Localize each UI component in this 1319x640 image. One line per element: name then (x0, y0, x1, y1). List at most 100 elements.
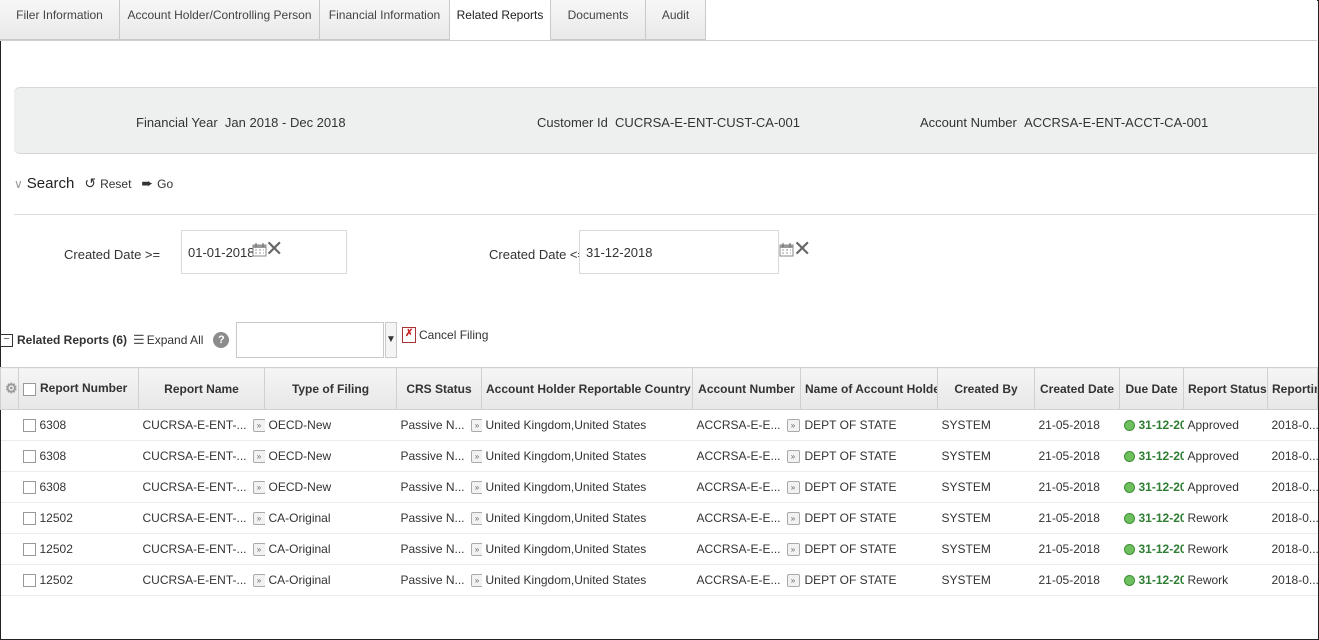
cell-account-number: ACCRSA-E-E... » (692, 471, 801, 503)
expand-more-icon[interactable]: » (786, 574, 800, 588)
expand-more-icon[interactable]: » (470, 450, 482, 464)
cell-due-date: 31-12-2018 (1119, 533, 1184, 565)
account-number: ACCRSA-E-E... (696, 479, 781, 494)
chevron-down-icon[interactable]: ▼ (385, 322, 397, 358)
expand-more-icon[interactable]: » (252, 574, 265, 588)
report-name: CUCRSA-E-ENT-... (142, 417, 247, 432)
row-checkbox[interactable] (22, 574, 36, 588)
cell-reportable-country: United Kingdom,United States (481, 564, 693, 596)
created-date-to-input[interactable] (579, 230, 779, 274)
row-checkbox[interactable] (22, 419, 36, 433)
table-row[interactable]: 6308 CUCRSA-E-ENT-...» OECD-New Passive N..… (0, 409, 1318, 441)
expand-more-icon[interactable]: » (252, 481, 265, 495)
row-checkbox[interactable] (22, 450, 36, 464)
expand-more-icon[interactable]: » (470, 512, 482, 526)
tab-audit[interactable]: Audit (646, 0, 706, 40)
expand-more-icon[interactable]: » (786, 450, 800, 464)
col-created-by[interactable]: Created By (937, 367, 1035, 410)
cell-reporting: 2018-0... (1267, 502, 1318, 534)
cell-report-name: CUCRSA-E-ENT-... » (138, 533, 265, 565)
expand-more-icon[interactable]: » (470, 543, 482, 557)
cell-created-by: SYSTEM (937, 440, 1035, 472)
cell-due-date: 31-12-2018 (1119, 502, 1184, 534)
col-report-name[interactable]: Report Name (138, 367, 265, 410)
col-report-number[interactable]: Report Number (18, 367, 139, 410)
tab-documents[interactable]: Documents (551, 0, 646, 40)
cell-type-of-filing: OECD-New (264, 471, 397, 503)
collapse-chevron-icon[interactable]: ∨ (14, 177, 23, 191)
cell-due-date: 31-12-2018 (1119, 564, 1184, 596)
go-button[interactable]: ➨ Go (141, 175, 173, 192)
table-row[interactable]: 6308 CUCRSA-E-ENT-...» OECD-New Passive N..… (0, 471, 1318, 503)
col-type-of-filing[interactable]: Type of Filing (264, 367, 397, 410)
expand-more-icon[interactable]: » (252, 450, 265, 464)
calendar-icon[interactable] (779, 242, 794, 257)
report-name: CUCRSA-E-ENT-... (142, 448, 247, 463)
expand-more-icon[interactable]: » (252, 543, 265, 557)
row-checkbox[interactable] (22, 481, 36, 495)
col-account-number[interactable]: Account Number (692, 367, 801, 410)
help-icon[interactable]: ? (213, 332, 230, 348)
expand-more-icon[interactable]: » (252, 512, 265, 526)
col-reporting[interactable]: Reporting (1267, 367, 1318, 410)
expand-more-icon[interactable]: » (470, 574, 482, 588)
tab-account-holder[interactable]: Account Holder/Controlling Person (120, 0, 320, 40)
expand-more-icon[interactable]: » (252, 419, 265, 433)
expand-more-icon[interactable]: » (470, 419, 482, 433)
action-select[interactable] (236, 322, 384, 358)
col-reportable-country[interactable]: Account Holder Reportable Country (s) (481, 367, 693, 410)
expand-more-icon[interactable]: » (470, 481, 482, 495)
due-status-dot-icon (1123, 513, 1135, 525)
report-number[interactable]: 6308 (40, 449, 67, 463)
row-checkbox[interactable] (22, 512, 36, 526)
report-number[interactable]: 6308 (40, 480, 67, 494)
report-number[interactable]: 12502 (40, 573, 73, 587)
cell-account-holder-name: DEPT OF STATE (800, 502, 938, 534)
tab-financial-information[interactable]: Financial Information (320, 0, 450, 40)
due-status-dot-icon (1123, 451, 1135, 463)
cell-created-date: 21-05-2018 (1034, 471, 1120, 503)
expand-more-icon[interactable]: » (786, 543, 800, 557)
table-row[interactable]: 6308 CUCRSA-E-ENT-...» OECD-New Passive N..… (0, 440, 1318, 472)
col-crs-status[interactable]: CRS Status (396, 367, 482, 410)
expand-all-button[interactable]: ☰ Expand All (133, 332, 203, 348)
cell-due-date: 31-12-2018 (1119, 471, 1184, 503)
expand-more-icon[interactable]: » (786, 419, 800, 433)
cell-reportable-country: United Kingdom,United States (481, 502, 693, 534)
col-account-holder-name[interactable]: Name of Account Holder (800, 367, 938, 410)
report-number[interactable]: 12502 (40, 511, 73, 525)
col-created-date[interactable]: Created Date (1034, 367, 1120, 410)
due-date: 31-12-2018 (1138, 418, 1184, 432)
due-status-dot-icon (1123, 544, 1135, 556)
clear-to-date-icon[interactable]: ✕ (793, 238, 811, 260)
select-all-checkbox[interactable] (23, 382, 36, 396)
table-row[interactable]: 12502 CUCRSA-E-ENT-...» CA-Original Passive… (0, 502, 1318, 534)
table-row[interactable]: 12502 CUCRSA-E-ENT-...» CA-Original Passive… (0, 533, 1318, 565)
clear-from-date-icon[interactable]: ✕ (265, 238, 283, 260)
expand-more-icon[interactable]: » (786, 512, 800, 526)
cell-type-of-filing: OECD-New (264, 440, 397, 472)
tab-related-reports[interactable]: Related Reports (450, 0, 551, 40)
tab-filer-information[interactable]: Filer Information (0, 0, 120, 40)
cell-created-date: 21-05-2018 (1034, 533, 1120, 565)
report-number[interactable]: 12502 (40, 542, 73, 556)
row-checkbox[interactable] (22, 543, 36, 557)
collapse-minus-icon[interactable]: − (0, 333, 13, 347)
cell-reportable-country: United Kingdom,United States (481, 440, 693, 472)
col-report-status[interactable]: Report Status (1183, 367, 1268, 410)
col-due-date[interactable]: Due Date (1119, 367, 1184, 410)
table-row[interactable]: 12502 CUCRSA-E-ENT-...» CA-Original Passive… (0, 564, 1318, 596)
cell-report-number: 6308 (18, 471, 139, 503)
related-reports-title: Related Reports (6) (17, 333, 128, 347)
column-options-icon[interactable]: ⚙ (0, 367, 19, 410)
cell-type-of-filing: OECD-New (264, 409, 397, 441)
expand-more-icon[interactable]: » (786, 481, 800, 495)
cell-account-number: ACCRSA-E-E... » (692, 440, 801, 472)
report-number[interactable]: 6308 (40, 418, 67, 432)
cancel-filing-button[interactable]: ✗ Cancel Filing (402, 327, 488, 343)
reset-button[interactable]: ↺ Reset (84, 175, 131, 192)
crs-status: Passive N... (400, 510, 465, 525)
cell-report-name: CUCRSA-E-ENT-... » (138, 564, 265, 596)
cell-report-number: 6308 (18, 440, 139, 472)
search-title[interactable]: Search (27, 175, 75, 192)
